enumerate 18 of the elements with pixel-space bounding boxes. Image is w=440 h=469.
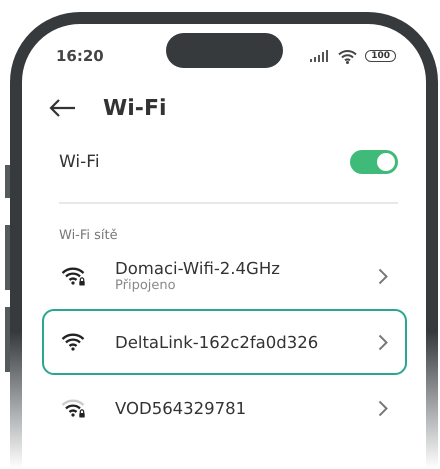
network-name: DeltaLink-162c2fa0d326 bbox=[115, 332, 320, 352]
chevron-icon bbox=[378, 400, 388, 416]
status-time: 16:20 bbox=[56, 47, 104, 65]
wifi-switch[interactable] bbox=[350, 150, 398, 174]
network-name: Domaci-Wifi-2.4GHz bbox=[115, 259, 281, 278]
chevron-icon bbox=[378, 334, 388, 350]
chevron-icon bbox=[378, 268, 388, 284]
network-item[interactable]: Domaci-Wifi-2.4GHz Připojeno bbox=[42, 243, 407, 309]
wifi-label: Wi-Fi bbox=[59, 152, 100, 172]
network-item[interactable]: DeltaLink-162c2fa0d326 bbox=[42, 309, 407, 375]
page-title: Wi-Fi bbox=[103, 96, 167, 120]
network-status: Připojeno bbox=[115, 278, 177, 293]
network-name: VOD564329781 bbox=[115, 398, 248, 418]
signal-icon bbox=[310, 50, 330, 62]
battery-level: 100 bbox=[365, 50, 396, 62]
section-label: Wi-Fi sítě bbox=[58, 227, 119, 243]
wifi-icon bbox=[338, 48, 358, 64]
network-item[interactable]: VOD564329781 bbox=[42, 375, 407, 441]
